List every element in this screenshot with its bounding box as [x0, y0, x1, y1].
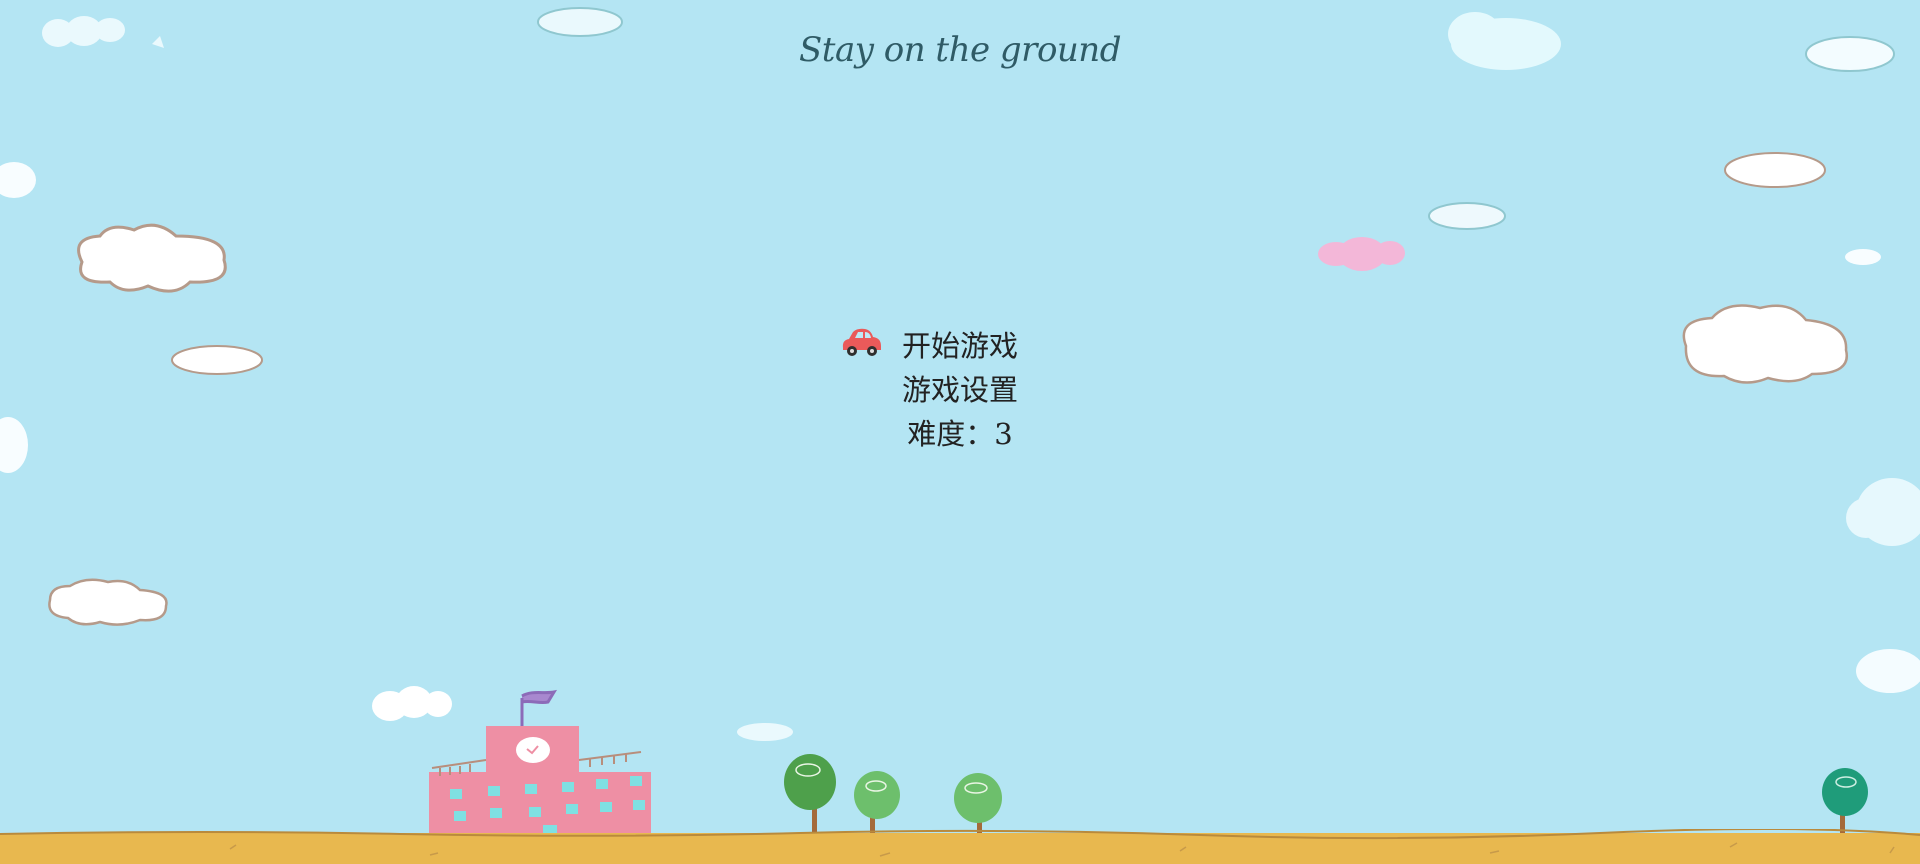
tree	[1822, 768, 1868, 836]
difficulty-value: 3	[994, 417, 1013, 451]
cloud	[1845, 249, 1881, 265]
cloud	[1846, 478, 1920, 546]
game-settings-button[interactable]: 游戏设置	[860, 368, 1060, 412]
tree	[854, 771, 900, 838]
cloud	[1318, 237, 1405, 271]
difficulty-selector[interactable]: 难度：3	[860, 412, 1060, 456]
cloud	[0, 162, 36, 473]
cloud	[171, 345, 263, 375]
main-menu: 开始游戏 游戏设置 难度：3	[860, 324, 1060, 456]
cloud	[1682, 304, 1849, 384]
cloud	[737, 723, 793, 741]
cloud	[1856, 649, 1920, 693]
game-settings-label: 游戏设置	[901, 373, 1018, 407]
start-game-label: 开始游戏	[901, 329, 1018, 363]
tree	[784, 754, 836, 840]
ground	[0, 829, 1920, 864]
cloud	[1428, 202, 1506, 230]
school-building	[429, 689, 651, 836]
difficulty-label: 难度：	[907, 417, 995, 451]
cloud	[77, 223, 227, 293]
cloud	[1724, 152, 1826, 188]
trees	[784, 754, 1868, 840]
start-game-button[interactable]: 开始游戏	[860, 324, 1060, 368]
cloud	[48, 578, 168, 626]
cloud	[372, 686, 452, 721]
game-title: Stay on the ground	[799, 30, 1121, 70]
